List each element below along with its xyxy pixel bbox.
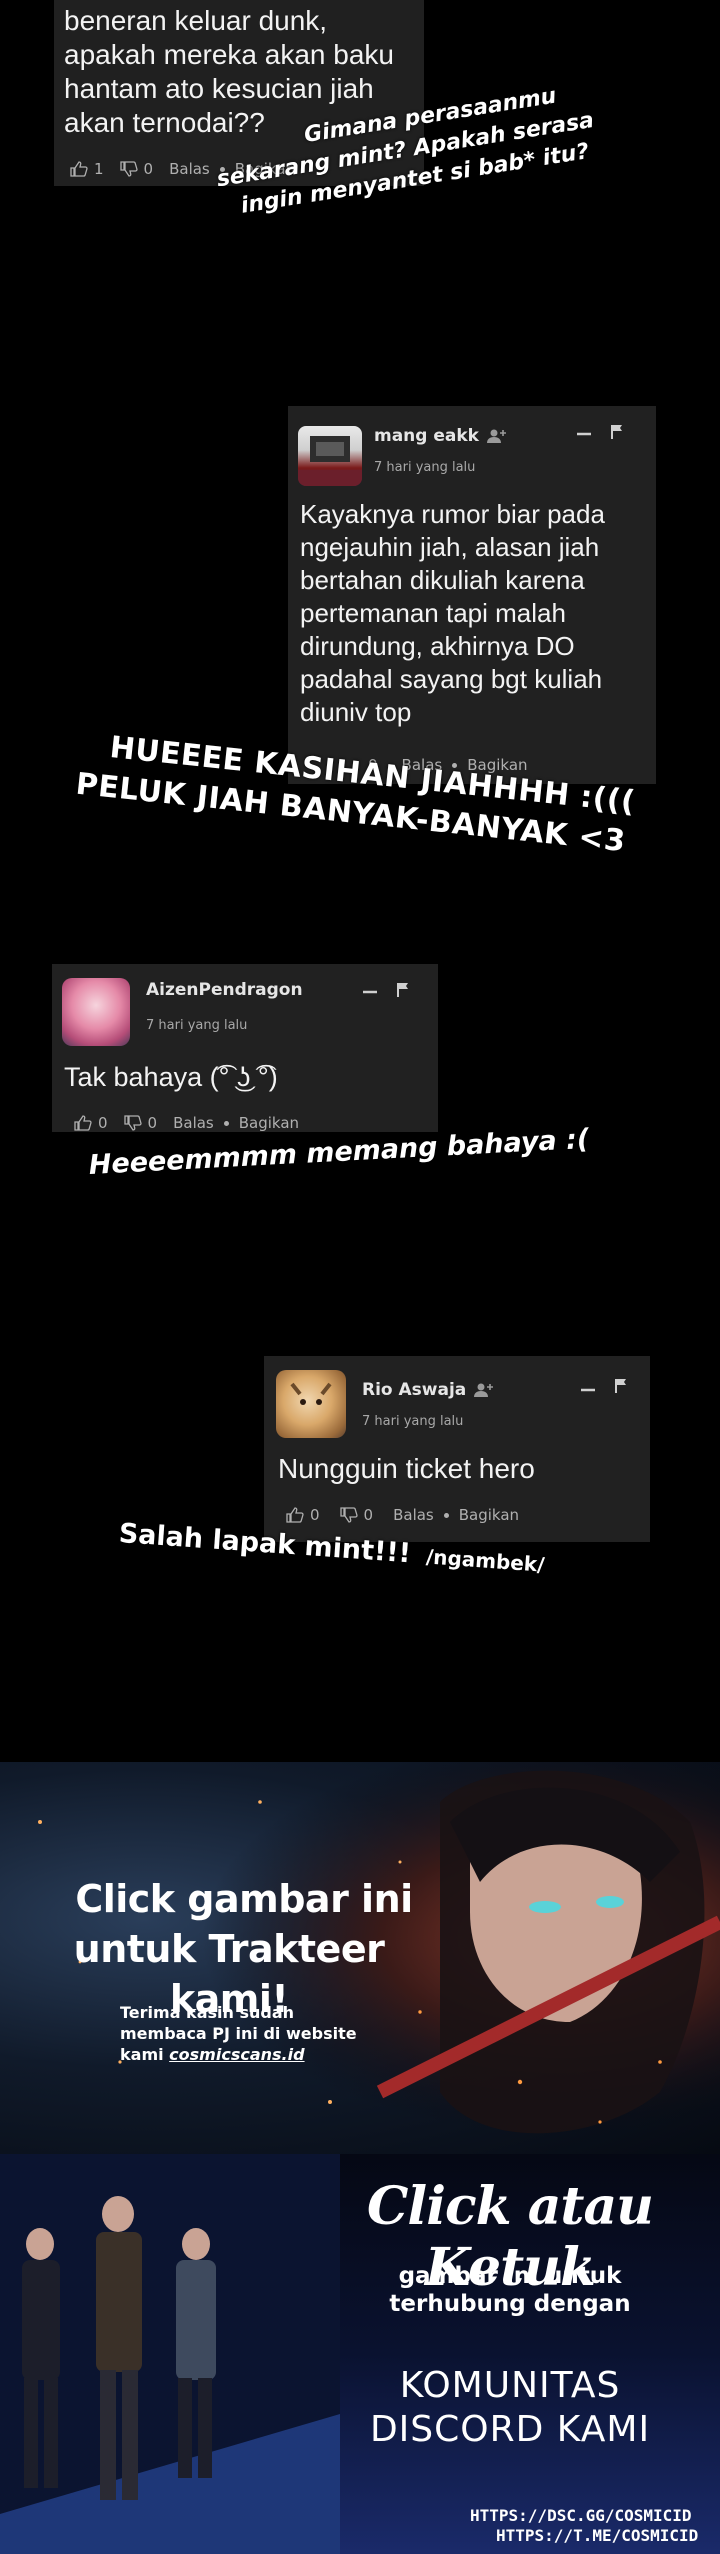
dislike-count: 0	[363, 1506, 374, 1524]
username[interactable]: Rio Aswaja	[362, 1380, 466, 1400]
comment-line: ngejauhin jiah, alasan jiah	[300, 532, 600, 562]
comment-line: apakah mereka akan baku	[64, 39, 394, 70]
website-link[interactable]: cosmicscans.id	[169, 2045, 304, 2064]
like-button[interactable]: 1	[70, 160, 104, 178]
avatar	[298, 426, 362, 486]
flag-icon	[611, 425, 622, 439]
dislike-count: 0	[147, 1114, 158, 1132]
comment-card-4: Rio Aswaja 7 hari yang lalu Nungguin tic…	[264, 1356, 650, 1542]
comment-card-3: AizenPendragon 7 hari yang lalu Tak baha…	[52, 964, 438, 1132]
banner-subtitle: gambar ini untuk terhubung dengan	[340, 2262, 680, 2318]
comment-actions: 0 0 Balas Bagikan	[74, 1114, 299, 1132]
banner-links: HTTPS://DSC.GG/COSMICID HTTPS://T.ME/COS…	[470, 2506, 720, 2546]
like-button[interactable]: 0	[74, 1114, 108, 1132]
thumbs-down-icon	[123, 1115, 142, 1131]
timestamp: 7 hari yang lalu	[362, 1414, 464, 1429]
comment-header: AizenPendragon 7 hari yang lalu	[62, 978, 303, 1046]
subtitle-line: gambar ini untuk	[398, 2263, 622, 2289]
comment-line: pertemanan tapi malah	[300, 598, 566, 628]
subtitle-line: Terima kasih sudah	[120, 2003, 295, 2022]
minus-icon	[363, 990, 377, 994]
comment-text: Kayaknya rumor biar pada ngejauhin jiah,…	[300, 498, 605, 729]
report-button[interactable]	[610, 424, 624, 445]
subtitle-line: terhubung dengan	[389, 2291, 631, 2317]
thumbs-up-icon	[286, 1507, 304, 1523]
flag-icon	[397, 983, 408, 997]
trakteer-banner[interactable]: Click gambar ini untuk Trakteer kami! Te…	[0, 1762, 720, 2154]
comment-line: beneran keluar dunk,	[64, 5, 328, 36]
separator-dot	[223, 1120, 229, 1126]
like-button[interactable]: 0	[286, 1506, 320, 1524]
timestamp: 7 hari yang lalu	[374, 460, 476, 475]
separator-dot	[443, 1512, 449, 1518]
subtitle-line: membaca PJ ini di website	[120, 2024, 357, 2043]
add-user-icon[interactable]	[487, 428, 507, 444]
discord-link[interactable]: HTTPS://DSC.GG/COSMICID	[470, 2506, 720, 2526]
report-button[interactable]	[614, 1378, 628, 1399]
report-button[interactable]	[396, 982, 410, 1003]
minus-icon	[577, 432, 591, 436]
reply-button[interactable]: Balas	[393, 1506, 434, 1524]
comment-line: dirundung, akhirnya DO	[300, 631, 575, 661]
collapse-button[interactable]	[580, 1380, 596, 1401]
add-user-icon[interactable]	[474, 1382, 494, 1398]
avatar	[276, 1370, 346, 1438]
comment-line: diuniv top	[300, 697, 412, 727]
flag-icon	[615, 1379, 626, 1393]
comment-header: Rio Aswaja 7 hari yang lalu	[276, 1370, 494, 1438]
username[interactable]: AizenPendragon	[146, 980, 303, 1000]
dislike-count: 0	[143, 160, 154, 178]
banner-heading: KOMUNITAS DISCORD KAMI	[330, 2364, 690, 2452]
collapse-button[interactable]	[362, 982, 378, 1003]
avatar	[62, 978, 130, 1046]
thumbs-up-icon	[70, 161, 88, 177]
collapse-button[interactable]	[576, 424, 592, 445]
comment-text: Nungguin ticket hero	[278, 1453, 535, 1484]
like-count: 0	[310, 1506, 320, 1524]
comment-line: Kayaknya rumor biar pada	[300, 499, 605, 529]
banner-subtitle: Terima kasih sudah membaca PJ ini di web…	[120, 2002, 357, 2065]
username[interactable]: mang eakk	[374, 426, 479, 446]
thumbs-up-icon	[74, 1115, 92, 1131]
comment-line: hantam ato kesucian jiah	[64, 73, 374, 104]
discord-banner[interactable]: Click atau Ketuk gambar ini untuk terhub…	[0, 2154, 720, 2554]
share-button[interactable]: Bagikan	[459, 1506, 519, 1524]
heading-line: DISCORD KAMI	[369, 2409, 651, 2450]
telegram-link[interactable]: HTTPS://T.ME/COSMICID	[470, 2526, 720, 2546]
dislike-button[interactable]: 0	[123, 1114, 158, 1132]
title-line: Click gambar ini	[75, 1877, 413, 1921]
like-count: 0	[98, 1114, 108, 1132]
reply-button[interactable]: Balas	[169, 160, 210, 178]
thumbs-down-icon	[119, 161, 138, 177]
like-count: 1	[94, 160, 104, 178]
comment-card-2: mang eakk 7 hari yang lalu Kayaknya rumo…	[288, 406, 656, 784]
timestamp: 7 hari yang lalu	[146, 1018, 248, 1033]
minus-icon	[581, 1388, 595, 1392]
comment-line: padahal sayang bgt kuliah	[300, 664, 603, 694]
thumbs-down-icon	[339, 1507, 358, 1523]
comment-actions: 0 0 Balas Bagikan	[286, 1506, 519, 1524]
reply-button[interactable]: Balas	[173, 1114, 214, 1132]
note-small: /ngambek/	[425, 1544, 546, 1577]
comment-text: Tak bahaya (͡° ͜ʖ ͡°)	[64, 1062, 278, 1092]
comment-line: bertahan dikuliah karena	[300, 565, 585, 595]
heading-line: KOMUNITAS	[399, 2365, 621, 2406]
translator-note-3: Heeeemmmm memang bahaya :(	[88, 1123, 590, 1181]
share-button[interactable]: Bagikan	[239, 1114, 299, 1132]
comment-header: mang eakk 7 hari yang lalu	[298, 426, 507, 486]
subtitle-line: kami	[120, 2045, 170, 2064]
dislike-button[interactable]: 0	[339, 1506, 374, 1524]
dislike-button[interactable]: 0	[119, 160, 154, 178]
